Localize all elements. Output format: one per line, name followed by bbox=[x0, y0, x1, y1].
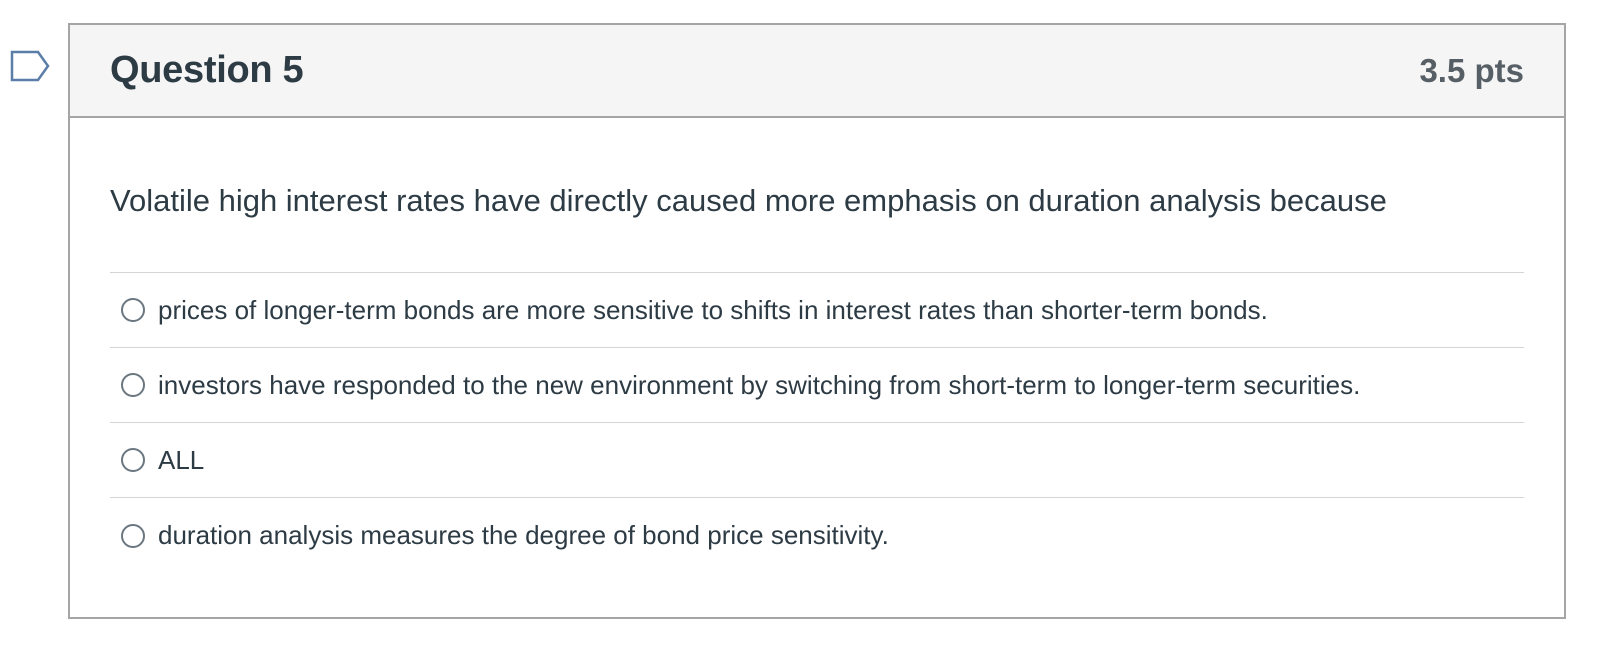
answer-label: prices of longer-term bonds are more sen… bbox=[158, 294, 1268, 325]
radio-button[interactable] bbox=[121, 523, 145, 548]
answer-label: investors have responded to the new envi… bbox=[158, 369, 1361, 400]
answer-list: prices of longer-term bonds are more sen… bbox=[110, 272, 1524, 573]
question-header: Question 5 3.5 pts bbox=[70, 25, 1564, 118]
question-title: Question 5 bbox=[110, 49, 304, 91]
flag-question-icon[interactable] bbox=[10, 50, 52, 84]
answer-label: duration analysis measures the degree of… bbox=[158, 520, 889, 550]
radio-button[interactable] bbox=[121, 448, 145, 472]
radio-button[interactable] bbox=[121, 373, 145, 397]
answer-option[interactable]: prices of longer-term bonds are more sen… bbox=[110, 273, 1524, 348]
radio-button[interactable] bbox=[121, 298, 145, 322]
question-body: Volatile high interest rates have direct… bbox=[70, 118, 1564, 573]
question-points: 3.5 pts bbox=[1419, 51, 1524, 89]
answer-label: ALL bbox=[158, 444, 205, 475]
answer-option[interactable]: duration analysis measures the degree of… bbox=[110, 498, 1524, 573]
question-text: Volatile high interest rates have direct… bbox=[110, 183, 1387, 218]
question-card: Question 5 3.5 pts Volatile high interes… bbox=[68, 23, 1566, 619]
answer-option[interactable]: investors have responded to the new envi… bbox=[110, 348, 1524, 423]
answer-option[interactable]: ALL bbox=[110, 423, 1524, 498]
